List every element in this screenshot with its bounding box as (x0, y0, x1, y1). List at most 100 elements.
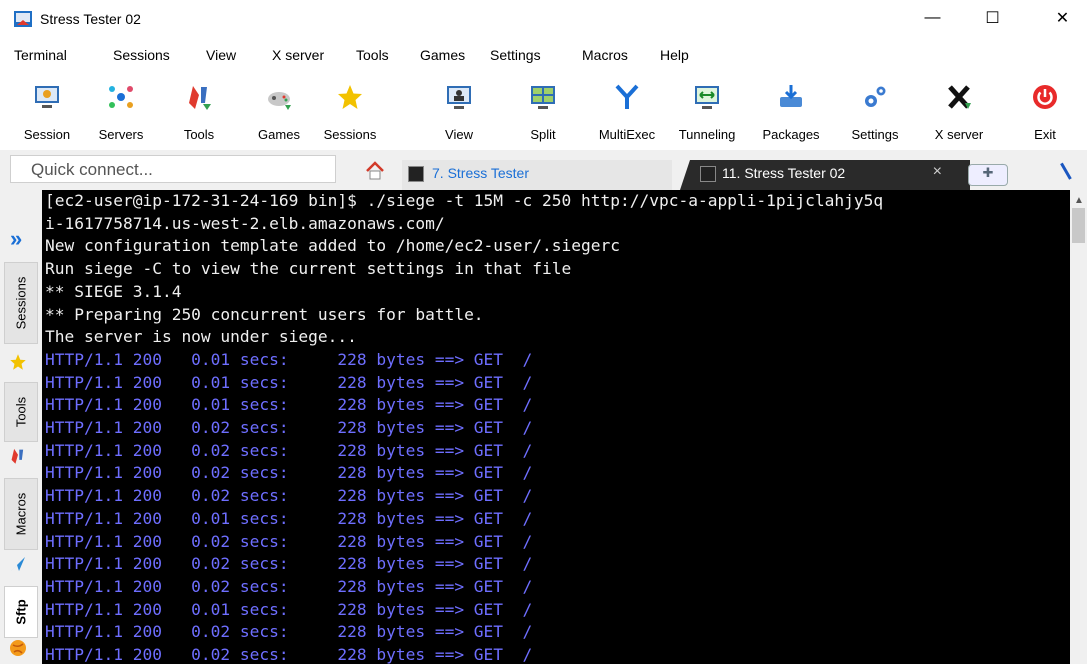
view-icon (444, 82, 474, 112)
home-tab[interactable] (355, 159, 395, 183)
power-icon (1030, 82, 1060, 112)
toolbar-multiexec-label: MultiExec (598, 127, 656, 142)
multiexec-icon (612, 82, 642, 112)
window-title: Stress Tester 02 (40, 11, 141, 27)
terminal-line: HTTP/1.1 200 0.01 secs: 228 bytes ==> GE… (45, 508, 533, 528)
toolbar: Session Servers Tools Games Sessions Vie… (0, 74, 1087, 150)
side-tab-tools[interactable]: Tools (4, 382, 38, 442)
menu-sessions[interactable]: Sessions (113, 47, 170, 63)
menu-view[interactable]: View (206, 47, 236, 63)
terminal-line: HTTP/1.1 200 0.02 secs: 228 bytes ==> GE… (45, 622, 533, 642)
terminal-line: HTTP/1.1 200 0.02 secs: 228 bytes ==> GE… (45, 645, 533, 664)
plus-icon: ✚ (982, 165, 994, 180)
tab-close-icon[interactable]: × (933, 163, 942, 181)
side-tab-sftp[interactable]: Sftp (4, 586, 38, 638)
menu-settings[interactable]: Settings (490, 47, 541, 63)
scroll-up-icon[interactable]: ▲ (1074, 195, 1084, 206)
title-bar: Stress Tester 02 — ☐ ✕ (0, 0, 1087, 40)
terminal-line: HTTP/1.1 200 0.02 secs: 228 bytes ==> GE… (45, 554, 533, 574)
quick-connect-input[interactable]: Quick connect... (10, 155, 336, 183)
terminal-line: HTTP/1.1 200 0.02 secs: 228 bytes ==> GE… (45, 576, 533, 596)
toolbar-packages-button[interactable]: Packages (758, 78, 824, 146)
toolbar-servers-button[interactable]: Servers (88, 78, 154, 146)
toolbar-tools-button[interactable]: Tools (166, 78, 232, 146)
toolbar-split-label: Split (530, 127, 556, 142)
maximize-button[interactable]: ☐ (970, 0, 1015, 36)
terminal-icon (408, 166, 424, 182)
toolbar-split-button[interactable]: Split (510, 78, 576, 146)
side-tab-sessions[interactable]: Sessions (4, 262, 38, 344)
terminal-icon (700, 166, 716, 182)
side-tab-macros-label: Macros (13, 492, 29, 536)
home-icon (366, 161, 384, 180)
menu-tools[interactable]: Tools (356, 47, 389, 63)
toolbar-tunneling-button[interactable]: Tunneling (674, 78, 740, 146)
tab-stress-tester[interactable]: 7. Stress Tester (402, 160, 672, 190)
toolbar-games-button[interactable]: Games (246, 78, 312, 146)
send-icon (8, 554, 28, 574)
terminal-line: ** Preparing 250 concurrent users for ba… (45, 304, 484, 324)
expand-sidebar-icon[interactable]: » (10, 226, 22, 252)
terminal-line: HTTP/1.1 200 0.01 secs: 228 bytes ==> GE… (45, 395, 533, 415)
toolbar-settings-button[interactable]: Settings (842, 78, 908, 146)
sidebar: » Sessions Tools Macros Sftp (0, 190, 42, 664)
terminal-line: HTTP/1.1 200 0.02 secs: 228 bytes ==> GE… (45, 486, 533, 506)
tab-stress-tester-label: 7. Stress Tester (432, 165, 530, 181)
side-tab-tools-label: Tools (13, 396, 29, 428)
star-icon (8, 352, 28, 372)
terminal-line: i-1617758714.us-west-2.elb.amazonaws.com… (45, 213, 445, 233)
toolbar-session-button[interactable]: Session (14, 78, 80, 146)
close-button[interactable]: ✕ (1040, 0, 1085, 36)
terminal-line: [ec2-user@ip-172-31-24-169 bin]$ ./siege… (45, 191, 884, 210)
side-tab-sftp-label: Sftp (13, 599, 29, 625)
toolbar-view-button[interactable]: View (426, 78, 492, 146)
terminal-line: HTTP/1.1 200 0.01 secs: 228 bytes ==> GE… (45, 372, 533, 392)
toolbar-multiexec-button[interactable]: MultiExec (594, 78, 660, 146)
menu-x-server[interactable]: X server (272, 47, 324, 63)
side-tab-sessions-label: Sessions (13, 276, 29, 330)
toolbar-view-label: View (445, 127, 473, 142)
terminal-scrollbar[interactable]: ▲ (1070, 190, 1087, 664)
terminal-line: HTTP/1.1 200 0.02 secs: 228 bytes ==> GE… (45, 418, 533, 437)
new-tab-button[interactable]: ✚ (968, 164, 1008, 186)
settings-icon (860, 82, 890, 112)
tools-icon (8, 446, 28, 466)
menu-terminal[interactable]: Terminal (14, 47, 67, 63)
menu-bar: Terminal Sessions View X server Tools Ga… (0, 44, 1087, 70)
menu-help[interactable]: Help (660, 47, 689, 63)
terminal-line: HTTP/1.1 200 0.02 secs: 228 bytes ==> GE… (45, 531, 533, 551)
terminal-output[interactable]: [ec2-user@ip-172-31-24-169 bin]$ ./siege… (42, 190, 1070, 664)
paperclip-icon[interactable]: ❙ (1054, 158, 1078, 184)
menu-games[interactable]: Games (420, 47, 465, 63)
minimize-button[interactable]: — (910, 0, 955, 36)
terminal-line: ** SIEGE 3.1.4 (45, 281, 182, 301)
toolbar-sessions-button[interactable]: Sessions (317, 78, 383, 146)
games-icon (264, 82, 294, 112)
terminal-line: The server is now under siege... (45, 327, 357, 347)
terminal-line: HTTP/1.1 200 0.01 secs: 228 bytes ==> GE… (45, 599, 533, 619)
toolbar-settings-label: Settings (851, 127, 899, 142)
menu-macros[interactable]: Macros (582, 47, 628, 63)
tunneling-icon (692, 82, 722, 112)
toolbar-tools-label: Tools (183, 127, 215, 142)
toolbar-sessions-label: Sessions (323, 127, 377, 142)
toolbar-x-server-label: X server (934, 127, 984, 142)
mobaxterm-app-icon (14, 11, 32, 27)
tab-bar: Quick connect... 7. Stress Tester 11. St… (0, 150, 1087, 190)
toolbar-x-server-button[interactable]: X server (926, 78, 992, 146)
scrollbar-thumb[interactable] (1072, 208, 1085, 243)
tab-stress-tester-02-label: 11. Stress Tester 02 (722, 165, 846, 181)
star-icon (335, 82, 365, 112)
side-tab-macros[interactable]: Macros (4, 478, 38, 550)
terminal-line: HTTP/1.1 200 0.02 secs: 228 bytes ==> GE… (45, 440, 533, 460)
x-server-icon (944, 82, 974, 112)
tab-stress-tester-02[interactable]: 11. Stress Tester 02 × (680, 160, 970, 190)
packages-icon (776, 82, 806, 112)
toolbar-tunneling-label: Tunneling (678, 127, 736, 142)
session-icon (32, 82, 62, 112)
terminal-line: New configuration template added to /hom… (45, 236, 620, 256)
globe-icon (8, 638, 28, 658)
terminal-line: HTTP/1.1 200 0.01 secs: 228 bytes ==> GE… (45, 349, 533, 369)
terminal-line: HTTP/1.1 200 0.02 secs: 228 bytes ==> GE… (45, 463, 533, 483)
toolbar-exit-button[interactable]: Exit (1012, 78, 1078, 146)
